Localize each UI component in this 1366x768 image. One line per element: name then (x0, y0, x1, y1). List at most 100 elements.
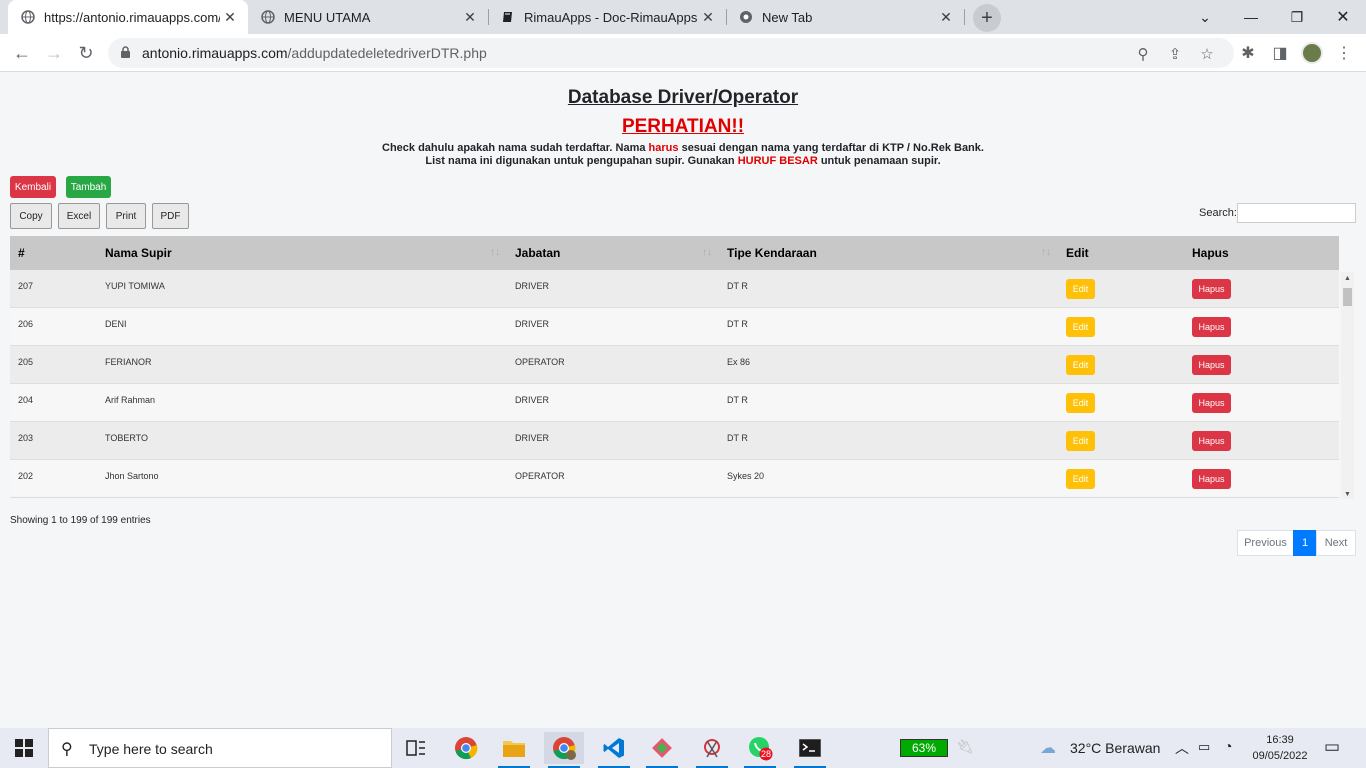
wifi-icon[interactable]: ◔ (1224, 738, 1232, 754)
cell-id: 202 (18, 471, 34, 481)
close-icon[interactable]: ✕ (460, 7, 480, 27)
excel-button[interactable]: Excel (58, 203, 100, 229)
tab-search-chevron-down-icon[interactable]: ⌄ (1182, 0, 1228, 34)
column-header-jabatan[interactable]: Jabatan (515, 236, 560, 270)
column-header-nama-supir[interactable]: Nama Supir (105, 236, 172, 270)
restore-icon[interactable]: ❐ (1274, 0, 1320, 34)
edit-button[interactable]: Edit (1066, 393, 1095, 413)
browser-toolbar: ← → ↻ antonio.rimauapps.com/addupdatedel… (0, 34, 1366, 72)
cell-tipe-kendaraan: Sykes 20 (727, 471, 765, 481)
cell-jabatan: DRIVER (515, 395, 550, 405)
tab-title: MENU UTAMA (284, 9, 371, 25)
scroll-down-icon[interactable]: ▼ (1344, 491, 1351, 498)
terminal-icon[interactable] (790, 732, 830, 768)
weather-text[interactable]: 32°C Berawan (1070, 740, 1160, 756)
delete-button[interactable]: Hapus (1192, 431, 1231, 451)
sourcetree-git-icon[interactable] (642, 732, 682, 768)
battery-indicator[interactable]: 63% (900, 739, 948, 757)
windows-start-icon[interactable] (0, 728, 48, 768)
cell-jabatan: OPERATOR (515, 357, 565, 367)
tab-new-tab[interactable]: New Tab ✕ (726, 0, 964, 34)
edit-button[interactable]: Edit (1066, 317, 1095, 337)
delete-button[interactable]: Hapus (1192, 393, 1231, 413)
menu-kebab-icon[interactable]: ⋮ (1334, 43, 1354, 63)
chevron-up-icon[interactable]: ︿ (1175, 738, 1189, 758)
forward-arrow-icon[interactable]: → (40, 39, 68, 67)
delete-button[interactable]: Hapus (1192, 279, 1231, 299)
edit-button[interactable]: Edit (1066, 469, 1095, 489)
search-input[interactable] (1237, 203, 1356, 223)
scroll-thumb[interactable] (1343, 288, 1352, 306)
weather-cloud-icon[interactable]: ☁ (1040, 738, 1056, 758)
cell-id: 207 (18, 281, 34, 291)
task-view-icon[interactable] (396, 732, 436, 764)
pagination-page-1[interactable]: 1 (1293, 530, 1317, 556)
system-clock[interactable]: 16:39 09/05/2022 (1248, 732, 1312, 764)
search-icon: ⚲ (61, 741, 73, 758)
column-header-tipe-kendaraan[interactable]: Tipe Kendaraan (727, 236, 817, 270)
column-header-number[interactable]: # (18, 236, 25, 270)
bookmark-star-icon[interactable]: ☆ (1198, 45, 1216, 63)
sort-icon[interactable]: ↑↓ (1041, 247, 1051, 258)
add-driver-button[interactable]: Tambah (66, 176, 111, 198)
notification-icon[interactable]: ▭ (1324, 737, 1340, 757)
scroll-up-icon[interactable]: ▲ (1344, 275, 1351, 282)
cell-tipe-kendaraan: DT R (727, 433, 748, 443)
whatsapp-icon[interactable]: 28 (740, 732, 780, 768)
window-close-icon[interactable]: ✕ (1320, 0, 1366, 34)
minimize-icon[interactable]: — (1228, 0, 1274, 34)
table-row: 205 FERIANOR OPERATOR Ex 86 Edit Hapus (10, 346, 1339, 384)
vscode-icon[interactable] (594, 732, 634, 768)
tab-rimauapps-doc[interactable]: RimauApps - Doc-RimauApps ✕ (488, 0, 726, 34)
sort-icon[interactable]: ↑↓ (490, 247, 500, 258)
close-icon[interactable]: ✕ (936, 7, 956, 27)
notice-line-1: Check dahulu apakah nama sudah terdaftar… (0, 142, 1366, 155)
snipping-tool-icon[interactable] (692, 732, 732, 768)
cell-id: 203 (18, 433, 34, 443)
table-scrollbar[interactable]: ▲ ▼ (1341, 272, 1354, 499)
delete-button[interactable]: Hapus (1192, 317, 1231, 337)
back-arrow-icon[interactable]: ← (8, 39, 36, 67)
chrome-profile-app-icon[interactable] (544, 732, 584, 768)
tab-title: RimauApps - Doc-RimauApps (524, 9, 698, 25)
address-bar[interactable]: antonio.rimauapps.com/addupdatedeletedri… (108, 38, 1234, 68)
notice-text-part: List nama ini digunakan untuk pengupahan… (425, 155, 738, 167)
back-button[interactable]: Kembali (10, 176, 56, 198)
tab-current[interactable]: https://antonio.rimauapps.com/a ✕ (8, 0, 248, 34)
cell-tipe-kendaraan: Ex 86 (727, 357, 751, 367)
edit-button[interactable]: Edit (1066, 431, 1095, 451)
new-tab-button[interactable]: + (973, 4, 1001, 32)
delete-button[interactable]: Hapus (1192, 355, 1231, 375)
pagination-next[interactable]: Next (1316, 530, 1356, 556)
pagination-previous[interactable]: Previous (1237, 530, 1294, 556)
profile-avatar[interactable] (1301, 42, 1323, 64)
tab-title: https://antonio.rimauapps.com/a (44, 9, 220, 25)
share-icon[interactable]: ⇪ (1166, 45, 1184, 63)
delete-button[interactable]: Hapus (1192, 469, 1231, 489)
chrome-app-icon[interactable] (446, 732, 486, 764)
sort-icon[interactable]: ↑↓ (702, 247, 712, 258)
column-header-hapus: Hapus (1192, 246, 1229, 260)
taskbar-search-box[interactable]: ⚲ Type here to search (48, 728, 392, 768)
table-row: 202 Jhon Sartono OPERATOR Sykes 20 Edit … (10, 460, 1339, 498)
battery-icon[interactable]: ▭ (1198, 739, 1210, 755)
browser-tabstrip: https://antonio.rimauapps.com/a ✕ MENU U… (0, 0, 1366, 34)
notice-text-part: Check dahulu apakah nama sudah terdaftar… (382, 142, 649, 154)
notice-text: Check dahulu apakah nama sudah terdaftar… (0, 142, 1366, 168)
file-explorer-icon[interactable] (494, 732, 534, 768)
pdf-button[interactable]: PDF (152, 203, 189, 229)
close-icon[interactable]: ✕ (698, 7, 718, 27)
globe-icon (20, 9, 36, 25)
column-header-edit: Edit (1066, 246, 1089, 260)
copy-button[interactable]: Copy (10, 203, 52, 229)
reload-icon[interactable]: ↻ (72, 39, 100, 67)
side-panel-icon[interactable]: ◨ (1270, 43, 1290, 63)
edit-button[interactable]: Edit (1066, 279, 1095, 299)
tab-menu-utama[interactable]: MENU UTAMA ✕ (248, 0, 488, 34)
extensions-puzzle-icon[interactable]: ✱ (1238, 43, 1258, 63)
zoom-icon[interactable]: ⚲ (1134, 45, 1152, 63)
print-button[interactable]: Print (106, 203, 146, 229)
url-text: antonio.rimauapps.com/addupdatedeletedri… (142, 45, 487, 61)
edit-button[interactable]: Edit (1066, 355, 1095, 375)
close-icon[interactable]: ✕ (220, 7, 240, 27)
